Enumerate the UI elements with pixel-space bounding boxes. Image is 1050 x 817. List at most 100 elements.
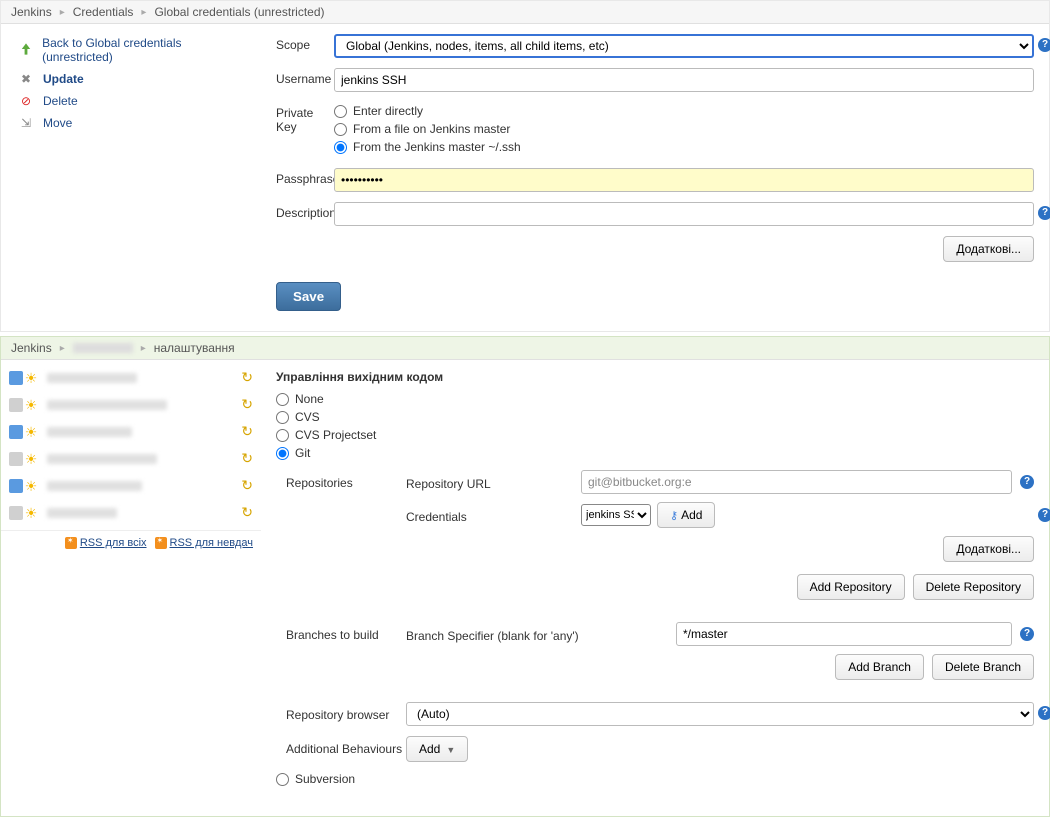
credentials-select[interactable]: jenkins SSH (581, 504, 651, 526)
status-icon (9, 398, 23, 412)
scm-option-subversion[interactable]: Subversion (276, 772, 1034, 786)
add-credential-button[interactable]: ⚷Add (657, 502, 715, 528)
sidebar-item-label: Delete (43, 94, 78, 108)
add-branch-button[interactable]: Add Branch (835, 654, 924, 680)
pk-option-enter[interactable]: Enter directly (334, 104, 1034, 118)
repositories-label: Repositories (286, 470, 406, 490)
scm-option-cvsproj[interactable]: CVS Projectset (276, 428, 1034, 442)
repo-url-label: Repository URL (406, 473, 581, 491)
status-icon (9, 371, 23, 385)
job-row[interactable]: ☀↻ (1, 418, 261, 445)
help-icon[interactable]: ? (1038, 706, 1050, 720)
credential-form: Scope Global (Jenkins, nodes, items, all… (261, 24, 1049, 331)
radio-label: None (295, 392, 324, 406)
username-input[interactable] (334, 68, 1034, 92)
arrow-up-icon (17, 42, 34, 59)
schedule-icon[interactable]: ↻ (241, 423, 253, 440)
repo-browser-label: Repository browser (286, 702, 406, 722)
behaviours-label: Additional Behaviours (286, 736, 406, 756)
passphrase-input[interactable] (334, 168, 1034, 192)
rss-all-link[interactable]: RSS для всіх (65, 537, 147, 549)
job-row[interactable]: ☀↻ (1, 472, 261, 499)
save-button[interactable]: Save (276, 282, 341, 311)
username-label: Username (276, 68, 334, 86)
pk-option-file[interactable]: From a file on Jenkins master (334, 122, 1034, 136)
privatekey-label: Private Key (276, 102, 334, 134)
sidebar-item-label: Update (43, 72, 84, 86)
sidebar-item-delete[interactable]: ⊘ Delete (11, 90, 251, 112)
sidebar-jobs: ☀↻ ☀↻ ☀↻ ☀↻ ☀↻ ☀↻ RSS для всіх RSS для н… (1, 360, 261, 816)
job-row[interactable]: ☀↻ (1, 391, 261, 418)
schedule-icon[interactable]: ↻ (241, 369, 253, 386)
schedule-icon[interactable]: ↻ (241, 504, 253, 521)
job-row[interactable]: ☀↻ (1, 364, 261, 391)
chevron-right-icon: ▸ (60, 343, 65, 354)
job-row[interactable]: ☀↻ (1, 445, 261, 472)
scm-form: Управління вихідним кодом None CVS CVS P… (261, 360, 1049, 816)
job-row[interactable]: ☀↻ (1, 499, 261, 526)
help-icon[interactable]: ? (1038, 38, 1050, 52)
rss-fail-link[interactable]: RSS для невдач (155, 537, 253, 549)
branch-spec-input[interactable] (676, 622, 1012, 646)
schedule-icon[interactable]: ↻ (241, 477, 253, 494)
description-label: Description (276, 202, 334, 220)
status-icon (9, 479, 23, 493)
crumb-global[interactable]: Global credentials (unrestricted) (154, 5, 324, 19)
sidebar-item-label: Back to Global credentials (unrestricted… (42, 36, 245, 64)
delete-branch-button[interactable]: Delete Branch (932, 654, 1034, 680)
help-icon[interactable]: ? (1038, 508, 1050, 522)
move-icon: ⇲ (17, 116, 35, 130)
sidebar-item-update[interactable]: ✖ Update (11, 68, 251, 90)
key-icon: ⚷ (670, 510, 678, 522)
crumb-jenkins[interactable]: Jenkins (11, 5, 52, 19)
breadcrumb-job: Jenkins ▸ ▸ налаштування (1, 337, 1049, 360)
help-icon[interactable]: ? (1020, 627, 1034, 641)
breadcrumb-top: Jenkins ▸ Credentials ▸ Global credentia… (1, 1, 1049, 24)
weather-icon: ☀ (23, 478, 39, 494)
radio-label: CVS Projectset (295, 428, 376, 442)
delete-repository-button[interactable]: Delete Repository (913, 574, 1034, 600)
radio-label: Git (295, 446, 310, 460)
branch-spec-label: Branch Specifier (blank for 'any') (406, 625, 676, 643)
pk-option-master[interactable]: From the Jenkins master ~/.ssh (334, 140, 1034, 154)
scope-label: Scope (276, 34, 334, 52)
passphrase-label: Passphrase (276, 168, 334, 186)
branches-label: Branches to build (286, 622, 406, 642)
repo-url-input[interactable] (581, 470, 1012, 494)
scm-option-none[interactable]: None (276, 392, 1034, 406)
schedule-icon[interactable]: ↻ (241, 396, 253, 413)
crumb-redacted (73, 343, 133, 353)
radio-label: From the Jenkins master ~/.ssh (353, 140, 521, 154)
weather-icon: ☀ (23, 505, 39, 521)
rss-label: RSS для всіх (80, 537, 147, 549)
help-icon[interactable]: ? (1038, 206, 1050, 220)
crumb-credentials[interactable]: Credentials (73, 5, 134, 19)
add-behaviour-button[interactable]: Add▼ (406, 736, 468, 762)
chevron-right-icon: ▸ (141, 7, 146, 18)
sidebar-item-back[interactable]: Back to Global credentials (unrestricted… (11, 32, 251, 68)
wrench-icon: ✖ (17, 72, 35, 86)
crumb-jenkins[interactable]: Jenkins (11, 341, 52, 355)
description-input[interactable] (334, 202, 1034, 226)
credentials-label: Credentials (406, 506, 581, 524)
chevron-down-icon: ▼ (446, 745, 455, 755)
scm-title: Управління вихідним кодом (276, 370, 1034, 384)
btn-label: Add (681, 508, 702, 522)
status-icon (9, 425, 23, 439)
rss-label: RSS для невдач (170, 537, 253, 549)
help-icon[interactable]: ? (1020, 475, 1034, 489)
crumb-settings[interactable]: налаштування (154, 341, 235, 355)
add-repository-button[interactable]: Add Repository (797, 574, 905, 600)
radio-label: Subversion (295, 772, 355, 786)
schedule-icon[interactable]: ↻ (241, 450, 253, 467)
advanced-button[interactable]: Додаткові... (943, 236, 1034, 262)
radio-label: From a file on Jenkins master (353, 122, 510, 136)
radio-label: Enter directly (353, 104, 423, 118)
advanced-button[interactable]: Додаткові... (943, 536, 1034, 562)
scm-option-git[interactable]: Git (276, 446, 1034, 460)
sidebar-item-move[interactable]: ⇲ Move (11, 112, 251, 134)
scope-select[interactable]: Global (Jenkins, nodes, items, all child… (334, 34, 1034, 58)
scm-option-cvs[interactable]: CVS (276, 410, 1034, 424)
weather-icon: ☀ (23, 397, 39, 413)
status-icon (9, 452, 23, 466)
